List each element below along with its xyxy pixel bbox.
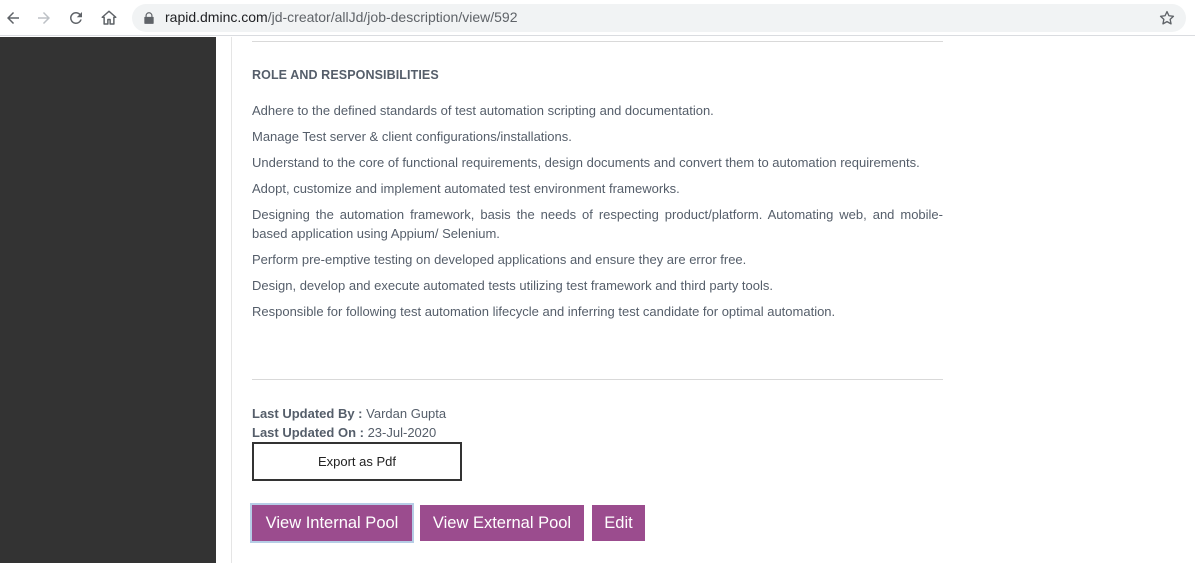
section-title: ROLE AND RESPONSIBILITIES [252, 68, 439, 82]
list-item: Design, develop and execute automated te… [252, 278, 774, 293]
view-internal-pool-button[interactable]: View Internal Pool [252, 505, 412, 541]
last-updated-by-value: Vardan Gupta [366, 406, 447, 421]
list-item: Understand to the core of functional req… [252, 155, 920, 170]
export-pdf-button[interactable]: Export as Pdf [252, 442, 462, 481]
list-item: Designing the automation framework, basi… [252, 207, 943, 241]
list-item: Manage Test server & client configuratio… [252, 129, 572, 144]
url-host: rapid.dminc.com [165, 9, 268, 25]
list-item: Adopt, customize and implement automated… [252, 181, 680, 196]
reload-icon[interactable] [64, 6, 88, 30]
browser-toolbar: rapid.dminc.com/jd-creator/allJd/job-des… [0, 0, 1195, 36]
list-item: Adhere to the defined standards of test … [252, 103, 714, 118]
list-item: Responsible for following test automatio… [252, 304, 836, 319]
content-divider [231, 37, 232, 563]
last-updated-on-label: Last Updated On : [252, 425, 364, 440]
last-updated-by-label: Last Updated By : [252, 406, 363, 421]
address-bar[interactable]: rapid.dminc.com/jd-creator/allJd/job-des… [132, 4, 1186, 32]
back-arrow-icon[interactable] [1, 6, 25, 30]
last-updated-on: Last Updated On : 23-Jul-2020 [252, 425, 436, 440]
last-updated-by: Last Updated By : Vardan Gupta [252, 406, 446, 421]
forward-arrow-icon[interactable] [32, 6, 56, 30]
star-icon[interactable] [1158, 9, 1176, 27]
home-icon[interactable] [97, 6, 121, 30]
sidebar [0, 37, 216, 563]
url-path: /jd-creator/allJd/job-description/view/5… [267, 9, 518, 25]
list-item: Perform pre-emptive testing on developed… [252, 252, 747, 267]
top-divider [252, 41, 943, 42]
lock-icon[interactable] [142, 11, 156, 25]
view-external-pool-button[interactable]: View External Pool [420, 505, 584, 541]
url-text[interactable]: rapid.dminc.com/jd-creator/allJd/job-des… [165, 9, 518, 25]
edit-button[interactable]: Edit [592, 505, 645, 541]
responsibilities-list: Adhere to the defined standards of test … [252, 101, 943, 328]
last-updated-on-value: 23-Jul-2020 [367, 425, 437, 440]
bottom-divider [252, 379, 943, 380]
